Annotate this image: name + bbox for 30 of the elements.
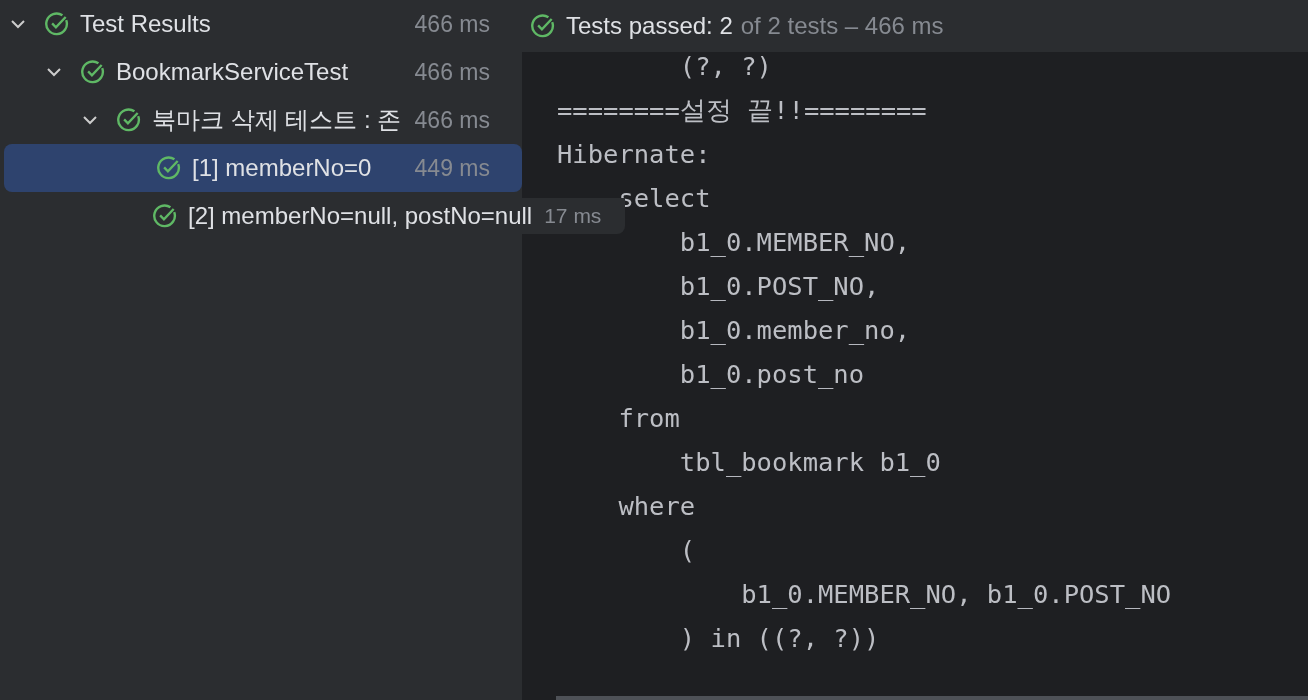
test-duration: 449 ms xyxy=(414,154,490,182)
test-name: Test Results xyxy=(80,10,212,38)
console-line: where xyxy=(617,493,696,519)
test-duration: 466 ms xyxy=(414,58,490,86)
console-line: b1_0.POST_NO, xyxy=(678,273,880,299)
console-line: Hibernate: xyxy=(557,141,711,167)
console-line: ( xyxy=(678,537,696,563)
test-duration: 17 ms xyxy=(544,204,602,228)
test-name: 북마크 삭제 테스트 : 존 xyxy=(152,105,403,135)
tree-item[interactable]: Test Results 466 ms xyxy=(0,0,522,48)
tree-item[interactable]: BookmarkServiceTest 466 ms xyxy=(0,48,522,96)
console-line: tbl_bookmark b1_0 xyxy=(678,449,941,475)
status-detail: of 2 tests – 466 ms xyxy=(740,12,944,40)
test-name: BookmarkServiceTest xyxy=(116,58,350,86)
scrollbar[interactable] xyxy=(556,696,1308,700)
console-line: b1_0.MEMBER_NO, xyxy=(678,229,911,255)
test-duration: 466 ms xyxy=(414,10,490,38)
console-line: ) in ((?, ?)) xyxy=(678,625,880,651)
test-duration: 466 ms xyxy=(414,106,490,134)
test-name: [2] memberNo=null, postNo=null xyxy=(188,202,533,230)
console-line: b1_0.member_no, xyxy=(678,317,911,343)
console-line: ========설정 끝!!======== xyxy=(557,97,927,123)
console-line: from xyxy=(617,405,680,431)
console-line: b1_0.MEMBER_NO, b1_0.POST_NO xyxy=(740,581,1172,607)
tree-item[interactable]: 북마크 삭제 테스트 : 존 466 ms xyxy=(0,96,522,144)
tree-item[interactable]: [1] memberNo=0 449 ms xyxy=(4,144,522,192)
test-name: [1] memberNo=0 xyxy=(192,154,373,182)
console-line: b1_0.post_no xyxy=(678,361,865,387)
status-summary: Tests passed: 2 xyxy=(566,12,733,40)
console-line: (?, ?) xyxy=(678,53,772,79)
